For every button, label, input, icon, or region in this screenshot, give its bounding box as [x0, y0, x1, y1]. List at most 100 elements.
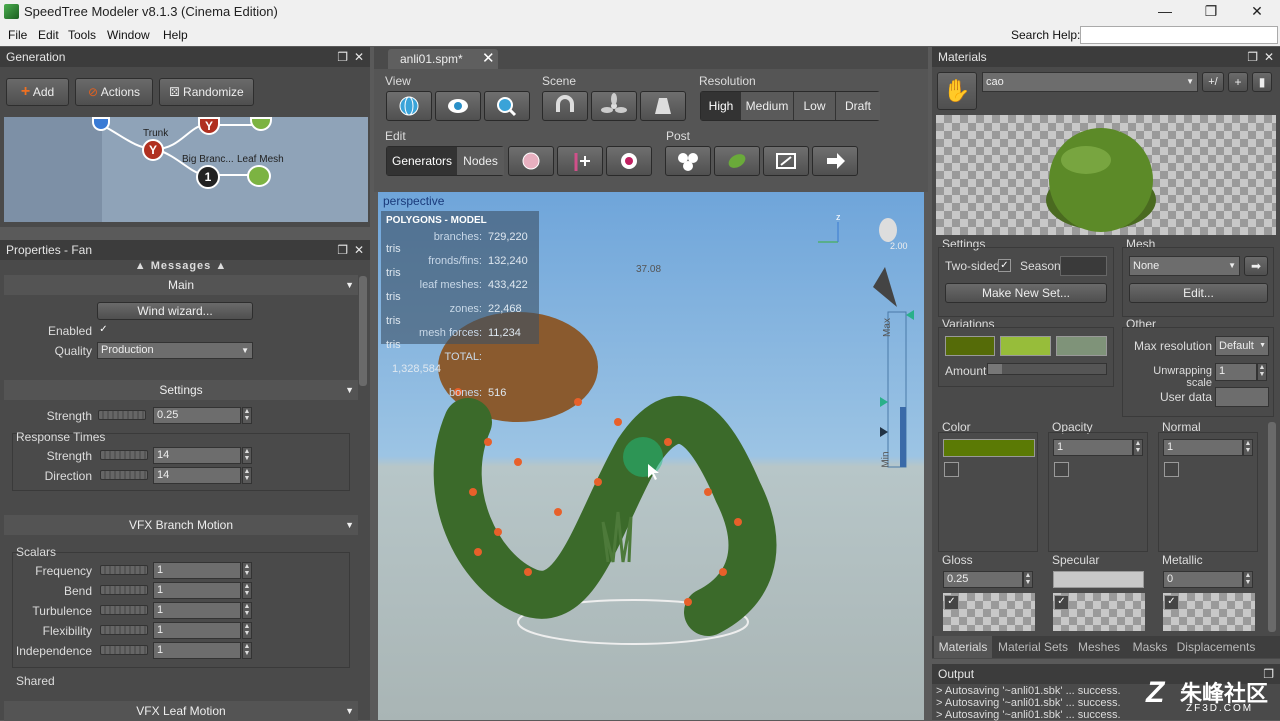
scalar-field[interactable]: 1: [153, 582, 241, 599]
add-button[interactable]: + Add: [6, 78, 69, 106]
variation-swatch-3[interactable]: [1056, 336, 1107, 356]
add-node-button[interactable]: [557, 146, 603, 176]
scalar-slider[interactable]: [100, 585, 148, 595]
delete-material-button[interactable]: ▮: [1252, 72, 1272, 92]
res-medium[interactable]: Medium: [741, 92, 793, 120]
scalar-spinner[interactable]: ▲ ▼: [242, 582, 252, 599]
rt-direction-field[interactable]: 14: [153, 467, 241, 484]
menu-tools[interactable]: Tools: [68, 28, 96, 42]
unwrap-spinner[interactable]: ▲ ▼: [1257, 363, 1267, 381]
amount-slider[interactable]: [987, 363, 1107, 375]
menu-window[interactable]: Window: [107, 28, 150, 42]
amount-thumb[interactable]: [988, 364, 1002, 374]
menu-file[interactable]: File: [8, 28, 27, 42]
strength-field[interactable]: 0.25: [153, 407, 241, 424]
menu-edit[interactable]: Edit: [38, 28, 59, 42]
float-icon[interactable]: ❐: [337, 240, 348, 260]
materials-scrollbar[interactable]: [1268, 422, 1276, 632]
res-draft[interactable]: Draft: [835, 92, 880, 120]
forward-button[interactable]: [812, 146, 858, 176]
float-icon[interactable]: ❐: [337, 47, 348, 67]
wind-fan-button[interactable]: [591, 91, 637, 121]
target-button[interactable]: [606, 146, 652, 176]
strength-spinner[interactable]: ▲ ▼: [242, 407, 252, 424]
hand-tool-button[interactable]: ✋: [937, 72, 977, 110]
scalar-slider[interactable]: [100, 605, 148, 615]
res-low[interactable]: Low: [793, 92, 835, 120]
light-button[interactable]: [640, 91, 686, 121]
leaf-button[interactable]: [714, 146, 760, 176]
quality-select[interactable]: Production ▼: [97, 342, 253, 359]
tab-close-icon[interactable]: ✕: [482, 49, 495, 67]
tab-material-sets[interactable]: Material Sets: [994, 636, 1072, 658]
rename-button[interactable]: +/: [1202, 72, 1224, 92]
scalar-field[interactable]: 1: [153, 562, 241, 579]
variation-swatch-1[interactable]: [945, 336, 995, 356]
menu-help[interactable]: Help: [163, 28, 188, 42]
properties-scrollbar[interactable]: [359, 276, 367, 386]
rt-direction-spinner[interactable]: ▲ ▼: [242, 467, 252, 484]
nodes-mode[interactable]: Nodes: [457, 147, 504, 175]
magnet-button[interactable]: [542, 91, 588, 121]
export-image-button[interactable]: [763, 146, 809, 176]
wind-wizard-button[interactable]: Wind wizard...: [97, 302, 253, 320]
scalar-field[interactable]: 1: [153, 602, 241, 619]
scalar-slider[interactable]: [100, 625, 148, 635]
enabled-checkbox[interactable]: ✓: [97, 324, 110, 337]
gloss-map-checkbox[interactable]: ✓: [944, 595, 959, 610]
specular-map-checkbox[interactable]: ✓: [1054, 595, 1069, 610]
globe-view-button[interactable]: [386, 91, 432, 121]
rt-strength-spinner[interactable]: ▲ ▼: [242, 447, 252, 464]
close-icon[interactable]: ✕: [1264, 47, 1274, 67]
add-material-button[interactable]: +: [1228, 72, 1248, 92]
opacity-spinner[interactable]: ▲ ▼: [1133, 439, 1143, 456]
res-high[interactable]: High: [701, 92, 741, 120]
brush-button[interactable]: [508, 146, 554, 176]
metallic-field[interactable]: 0: [1163, 571, 1243, 588]
scalar-spinner[interactable]: ▲ ▼: [242, 562, 252, 579]
normal-spinner[interactable]: ▲ ▼: [1243, 439, 1253, 456]
scalar-slider[interactable]: [100, 565, 148, 575]
viewport[interactable]: perspective z 2.00 37.08 Max Min POLYGON…: [378, 192, 924, 720]
normal-map-checkbox[interactable]: [1164, 462, 1179, 477]
minimize-button[interactable]: —: [1142, 0, 1188, 24]
search-help-input[interactable]: [1080, 26, 1278, 44]
opacity-map-checkbox[interactable]: [1054, 462, 1069, 477]
scalar-spinner[interactable]: ▲ ▼: [242, 602, 252, 619]
user-data-field[interactable]: [1215, 387, 1269, 407]
scalar-field[interactable]: 1: [153, 642, 241, 659]
big-branch-node[interactable]: 1: [196, 165, 220, 189]
eye-view-button[interactable]: [435, 91, 481, 121]
zoom-view-button[interactable]: [484, 91, 530, 121]
mesh-select[interactable]: None ▼: [1129, 256, 1240, 276]
color-swatch[interactable]: [943, 439, 1035, 457]
gloss-field[interactable]: 0.25: [943, 571, 1023, 588]
tab-meshes[interactable]: Meshes: [1072, 636, 1126, 658]
tab-materials[interactable]: Materials: [934, 636, 992, 658]
close-icon[interactable]: ✕: [354, 47, 364, 67]
metallic-map-checkbox[interactable]: ✓: [1164, 595, 1179, 610]
close-icon[interactable]: ✕: [354, 240, 364, 260]
mesh-go-button[interactable]: ➡: [1244, 256, 1268, 276]
variation-swatch-2[interactable]: [1000, 336, 1051, 356]
generation-graph[interactable]: Y Trunk Y Big Branc... 1 Leaf Mesh: [4, 117, 368, 222]
normal-field[interactable]: 1: [1163, 439, 1243, 456]
gloss-spinner[interactable]: ▲ ▼: [1023, 571, 1033, 588]
tab-masks[interactable]: Masks: [1126, 636, 1174, 658]
maximize-button[interactable]: ❐: [1188, 0, 1234, 24]
trunk-node[interactable]: Y: [142, 139, 164, 161]
metallic-spinner[interactable]: ▲ ▼: [1243, 571, 1253, 588]
mesh-edit-button[interactable]: Edit...: [1129, 283, 1268, 303]
randomize-button[interactable]: ⚄ Randomize: [159, 78, 254, 106]
two-sided-checkbox[interactable]: ✓: [998, 259, 1011, 272]
vfx-branch-section[interactable]: VFX Branch Motion ▼: [4, 515, 358, 535]
close-button[interactable]: ✕: [1234, 0, 1280, 24]
rt-strength-field[interactable]: 14: [153, 447, 241, 464]
scalar-spinner[interactable]: ▲ ▼: [242, 622, 252, 639]
material-select[interactable]: cao ▼: [982, 72, 1198, 92]
scalar-spinner[interactable]: ▲ ▼: [242, 642, 252, 659]
vfx-leaf-section[interactable]: VFX Leaf Motion ▼: [4, 701, 358, 721]
tab-displacements[interactable]: Displacements: [1174, 636, 1258, 658]
generators-mode[interactable]: Generators: [387, 147, 457, 175]
messages-bar[interactable]: ▲ Messages ▲: [4, 260, 358, 274]
